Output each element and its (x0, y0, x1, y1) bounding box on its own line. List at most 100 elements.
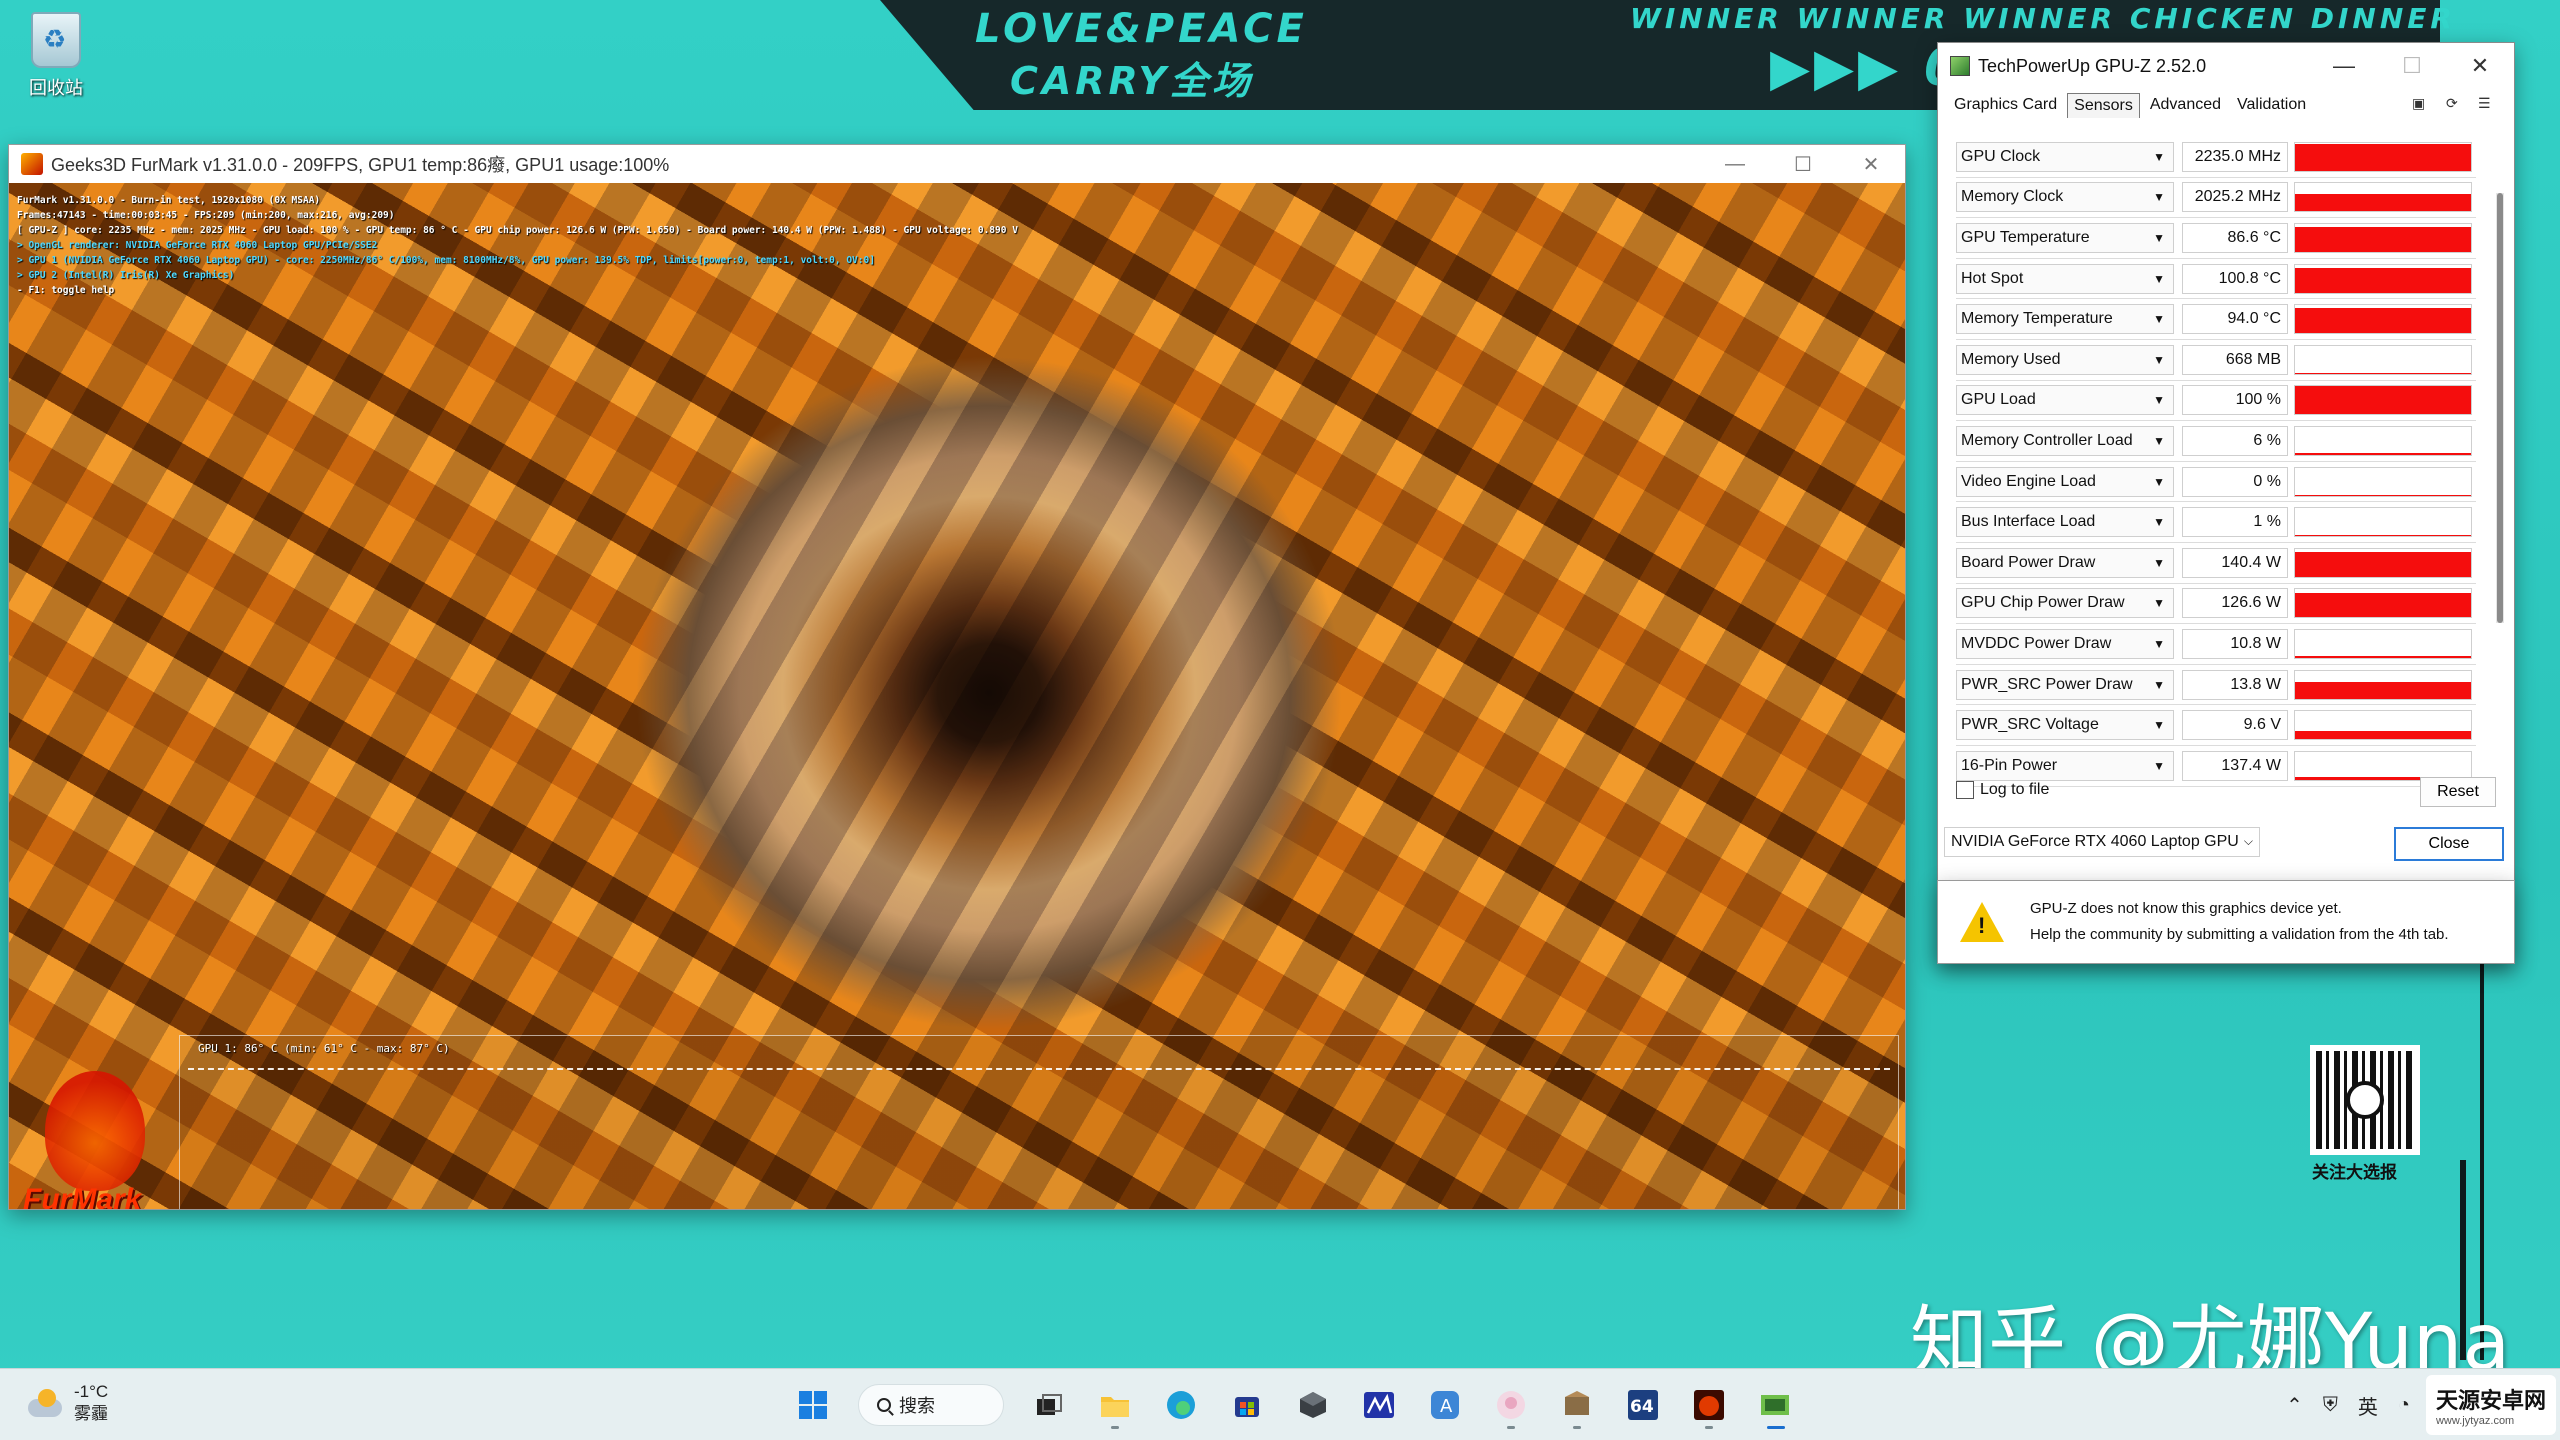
sensor-name-select[interactable]: Memory Temperature ▼ (1956, 304, 2174, 335)
close-dialog-button[interactable]: Close (2394, 827, 2504, 861)
furmark-window[interactable]: Geeks3D FurMark v1.31.0.0 - 209FPS, GPU1… (8, 144, 1906, 1210)
input-language[interactable]: 英 (2358, 1391, 2378, 1420)
sensor-name-select[interactable]: Bus Interface Load ▼ (1956, 507, 2174, 538)
log-to-file-option[interactable]: Log to file (1956, 781, 2049, 799)
weather-widget[interactable]: -1°C 雾霾 (24, 1381, 108, 1425)
sensor-graph (2294, 547, 2472, 578)
sensor-row: Bus Interface Load ▼ 1 % (1956, 502, 2476, 543)
sensor-graph-fill (2295, 535, 2471, 537)
furmark-logo-icon (45, 1071, 145, 1191)
sensor-name: PWR_SRC Power Draw (1961, 675, 2133, 693)
app-cube-button[interactable] (1287, 1379, 1339, 1431)
sensor-name-select[interactable]: GPU Load ▼ (1956, 385, 2174, 416)
sensor-name: Memory Used (1961, 350, 2061, 368)
app-anime-button[interactable] (1485, 1379, 1537, 1431)
task-view-button[interactable] (1023, 1379, 1075, 1431)
brand-name: 天源安卓网 (2435, 1388, 2546, 1413)
refresh-icon[interactable]: ⟳ (2446, 95, 2458, 112)
furmark-logo-text: FurMark (23, 1183, 142, 1209)
sensor-value: 2235.0 MHz (2182, 141, 2288, 172)
sensor-graph (2294, 344, 2472, 375)
sensor-list: GPU Clock ▼ 2235.0 MHz Memory Clock ▼ 2025.2 … (1956, 137, 2476, 787)
sensor-graph (2294, 710, 2472, 741)
dropdown-arrow-icon: ▼ (2153, 718, 2165, 733)
search-label: 搜索 (899, 1396, 935, 1416)
maximize-button[interactable]: ☐ (1769, 145, 1837, 183)
file-explorer-button[interactable] (1089, 1379, 1141, 1431)
search-icon (877, 1398, 891, 1412)
wifi-icon[interactable]: ◔ (2398, 1394, 2410, 1417)
gpu-select[interactable]: NVIDIA GeForce RTX 4060 Laptop GPU ⌵ (1944, 827, 2260, 857)
reset-button[interactable]: Reset (2420, 777, 2496, 807)
weather-icon (24, 1387, 64, 1419)
sensor-name-select[interactable]: Video Engine Load ▼ (1956, 466, 2174, 497)
sensor-row: MVDDC Power Draw ▼ 10.8 W (1956, 624, 2476, 665)
sensor-row: PWR_SRC Power Draw ▼ 13.8 W (1956, 665, 2476, 706)
gpuz-window[interactable]: TechPowerUp GPU-Z 2.52.0 — ☐ ✕ Graphics … (1937, 42, 2515, 964)
app-a-button[interactable]: A (1419, 1379, 1471, 1431)
tab-advanced[interactable]: Advanced (2144, 93, 2227, 117)
taskbar-search[interactable]: 搜索 (858, 1384, 1004, 1426)
furmark-taskbar-button[interactable] (1683, 1379, 1735, 1431)
warning-icon (1960, 902, 2004, 942)
tab-graphics-card[interactable]: Graphics Card (1948, 93, 2063, 117)
gpu-select-value: NVIDIA GeForce RTX 4060 Laptop GPU (1951, 833, 2239, 850)
task-view-icon (1037, 1394, 1062, 1415)
sensor-name-select[interactable]: GPU Chip Power Draw ▼ (1956, 588, 2174, 619)
recycle-bin-icon (31, 12, 81, 68)
sensor-name-select[interactable]: PWR_SRC Voltage ▼ (1956, 710, 2174, 741)
sensor-graph (2294, 588, 2472, 619)
sensor-graph (2294, 507, 2472, 538)
sensor-graph-fill (2295, 452, 2471, 455)
aida64-button[interactable]: 64 (1617, 1379, 1669, 1431)
sensor-name-select[interactable]: Memory Clock ▼ (1956, 182, 2174, 213)
edge-button[interactable] (1155, 1379, 1207, 1431)
sensor-graph-fill (2295, 143, 2471, 171)
sensor-name: GPU Load (1961, 391, 2036, 409)
sensor-name: Memory Clock (1961, 188, 2064, 206)
sensor-graph-fill (2295, 267, 2471, 293)
maximize-button[interactable]: ☐ (2378, 43, 2446, 89)
sensor-name-select[interactable]: Memory Controller Load ▼ (1956, 425, 2174, 456)
overlay-line: - F1: toggle help (17, 285, 115, 296)
sensor-scrollbar[interactable] (2496, 193, 2504, 623)
cube-icon (1300, 1392, 1326, 1418)
gpuz-taskbar-button[interactable] (1749, 1379, 1801, 1431)
temperature-graph-label: GPU 1: 86° C (min: 61° C - max: 87° C) (198, 1042, 450, 1055)
security-icon[interactable]: ⛨ (2323, 1394, 2338, 1417)
sensor-name-select[interactable]: MVDDC Power Draw ▼ (1956, 628, 2174, 659)
tab-validation[interactable]: Validation (2231, 93, 2312, 117)
minimize-button[interactable]: — (1701, 145, 1769, 183)
close-button[interactable]: ✕ (2446, 43, 2514, 89)
sensor-name-select[interactable]: GPU Temperature ▼ (1956, 222, 2174, 253)
sensor-name-select[interactable]: Hot Spot ▼ (1956, 263, 2174, 294)
camera-icon[interactable]: ▣ (2412, 95, 2425, 112)
sensor-name-select[interactable]: Board Power Draw ▼ (1956, 547, 2174, 578)
sensor-graph-fill (2295, 681, 2471, 699)
log-to-file-checkbox[interactable] (1956, 781, 1974, 799)
tab-sensors[interactable]: Sensors (2067, 92, 2140, 118)
overlay-line: > GPU 1 (NVIDIA GeForce RTX 4060 Laptop … (17, 255, 875, 266)
sensor-name: GPU Clock (1961, 147, 2041, 165)
furmark-stats-overlay: FurMark v1.31.0.0 - Burn-in test, 1920x1… (17, 193, 1018, 298)
gpuz-titlebar[interactable]: TechPowerUp GPU-Z 2.52.0 — ☐ ✕ (1938, 43, 2514, 89)
sensor-name-select[interactable]: GPU Clock ▼ (1956, 141, 2174, 172)
sensor-name-select[interactable]: 16-Pin Power ▼ (1956, 750, 2174, 781)
menu-icon[interactable]: ☰ (2478, 95, 2491, 112)
close-button[interactable]: ✕ (1837, 145, 1905, 183)
system-tray: ⌃ ⛨ 英 ◔ 天源安卓网 www.jytyaz.com (2276, 1369, 2560, 1440)
minimize-button[interactable]: — (2310, 43, 2378, 89)
furmark-titlebar[interactable]: Geeks3D FurMark v1.31.0.0 - 209FPS, GPU1… (9, 145, 1905, 183)
svg-text:64: 64 (1630, 1397, 1654, 1417)
start-button[interactable] (787, 1379, 839, 1431)
sensor-value: 86.6 °C (2182, 222, 2288, 253)
store-button[interactable] (1221, 1379, 1273, 1431)
app-game-button[interactable] (1551, 1379, 1603, 1431)
desktop-icon-recycle-bin[interactable]: 回收站 (20, 12, 92, 100)
sensor-graph (2294, 385, 2472, 416)
chevron-up-icon[interactable]: ⌃ (2286, 1393, 2303, 1418)
gpuz-app-icon (1950, 56, 1970, 76)
app-stats-button[interactable] (1353, 1379, 1405, 1431)
sensor-name-select[interactable]: PWR_SRC Power Draw ▼ (1956, 669, 2174, 700)
sensor-name-select[interactable]: Memory Used ▼ (1956, 344, 2174, 375)
